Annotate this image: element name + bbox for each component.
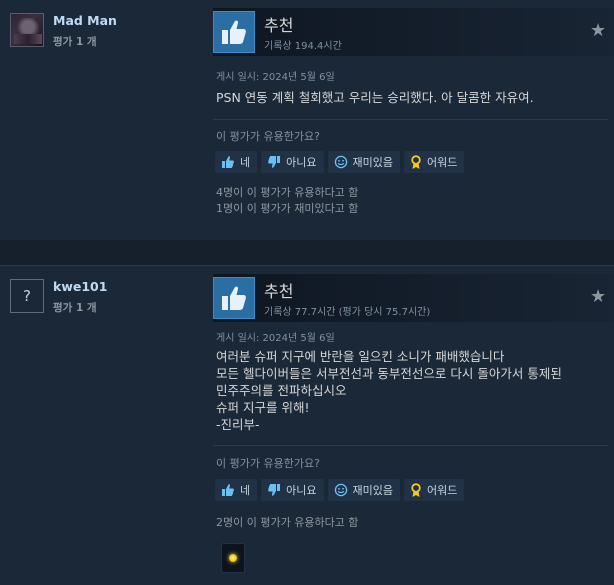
author-name[interactable]: kwe101 xyxy=(53,279,107,294)
award-button[interactable]: 어워드 xyxy=(403,151,465,173)
recommendation-title: 추천 xyxy=(264,16,294,35)
award-label: 어워드 xyxy=(426,484,458,497)
funny-count: 1명이 이 평가가 재미있다고 함 xyxy=(216,202,359,215)
recommendation-title: 추천 xyxy=(264,282,294,301)
divider xyxy=(213,119,608,120)
received-award-badge[interactable] xyxy=(221,543,245,573)
vote-funny-label: 재미있음 xyxy=(352,484,393,497)
vote-bar: 네 아니요 재미있음 어워드 xyxy=(215,479,465,501)
vote-counts: 4명이 이 평가가 유용하다고 함 1명이 이 평가가 재미있다고 함 xyxy=(216,185,358,217)
thumbs-up-icon xyxy=(222,156,234,168)
award-glow-icon xyxy=(229,554,237,562)
vote-funny-button[interactable]: 재미있음 xyxy=(327,151,400,173)
review-vote-header[interactable]: 추천 기록상 194.4시간 ★ xyxy=(213,8,614,56)
smiley-icon xyxy=(334,155,347,169)
vote-yes-button[interactable]: 네 xyxy=(215,151,258,173)
vote-no-button[interactable]: 아니요 xyxy=(261,151,324,173)
thumbs-down-icon xyxy=(268,156,281,168)
helpful-question: 이 평가가 유용한가요? xyxy=(216,457,320,470)
award-button[interactable]: 어워드 xyxy=(403,479,465,501)
star-icon[interactable]: ★ xyxy=(590,22,608,40)
review-content: PSN 연동 계획 철회했고 우리는 승리했다. 아 달콤한 자유여. xyxy=(216,90,534,105)
vote-no-label: 아니요 xyxy=(286,484,317,497)
star-icon[interactable]: ★ xyxy=(590,288,608,306)
vote-yes-label: 네 xyxy=(240,484,251,497)
divider xyxy=(213,445,608,446)
author-review-count[interactable]: 평가 1 개 xyxy=(53,34,97,49)
vote-counts: 2명이 이 평가가 유용하다고 함 xyxy=(216,515,358,531)
vote-yes-button[interactable]: 네 xyxy=(215,479,258,501)
review-content: 여러분 슈퍼 지구에 반란을 일으킨 소니가 패배했습니다 모든 헬다이버들은 … xyxy=(216,349,562,432)
thumbs-up-icon xyxy=(213,11,255,53)
author-name[interactable]: Mad Man xyxy=(53,13,117,28)
posted-date: 게시 일시: 2024년 5월 6일 xyxy=(216,333,335,344)
review-separator xyxy=(0,240,614,265)
avatar[interactable]: ? xyxy=(10,279,44,313)
vote-no-button[interactable]: 아니요 xyxy=(261,479,324,501)
vote-bar: 네 아니요 재미있음 어워드 xyxy=(215,151,465,173)
smiley-icon xyxy=(334,483,347,497)
author-review-count[interactable]: 평가 1 개 xyxy=(53,300,97,315)
review-card: ? kwe101 평가 1 개 추천 기록상 77.7시간 (평가 당시 75.… xyxy=(0,265,614,585)
helpful-count: 2명이 이 평가가 유용하다고 함 xyxy=(216,516,359,529)
review-vote-header[interactable]: 추천 기록상 77.7시간 (평가 당시 75.7시간) ★ xyxy=(213,274,614,322)
playtime-hours: 기록상 194.4시간 xyxy=(264,41,342,52)
award-ribbon-icon xyxy=(411,482,421,497)
playtime-hours: 기록상 77.7시간 (평가 당시 75.7시간) xyxy=(264,307,431,318)
thumbs-down-icon xyxy=(268,484,281,496)
thumbs-up-icon xyxy=(222,484,234,496)
avatar[interactable] xyxy=(10,13,44,47)
award-ribbon-icon xyxy=(411,154,421,169)
posted-date: 게시 일시: 2024년 5월 6일 xyxy=(216,72,335,83)
vote-no-label: 아니요 xyxy=(286,156,317,169)
vote-funny-label: 재미있음 xyxy=(352,156,393,169)
helpful-count: 4명이 이 평가가 유용하다고 함 xyxy=(216,186,359,199)
thumbs-up-icon xyxy=(213,277,255,319)
award-label: 어워드 xyxy=(426,156,458,169)
review-card: Mad Man 평가 1 개 추천 기록상 194.4시간 ★ 게시 일시: 2… xyxy=(0,0,614,240)
vote-yes-label: 네 xyxy=(240,156,251,169)
question-mark-icon: ? xyxy=(23,287,31,305)
vote-funny-button[interactable]: 재미있음 xyxy=(327,479,400,501)
helpful-question: 이 평가가 유용한가요? xyxy=(216,130,320,143)
